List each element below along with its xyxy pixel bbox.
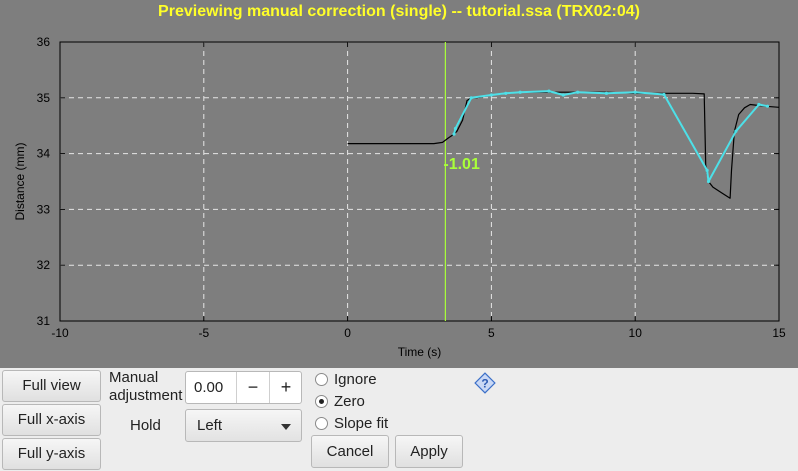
radio-zero-label[interactable]: Zero: [334, 393, 365, 410]
y-tick-label: 33: [37, 202, 51, 216]
y-tick-label: 36: [37, 35, 51, 49]
radio-slope-fit-circle[interactable]: [315, 417, 328, 430]
full-x-axis-button[interactable]: Full x-axis: [2, 404, 101, 436]
highlight-point: [504, 91, 508, 95]
full-view-button[interactable]: Full view: [2, 370, 101, 402]
highlight-point: [561, 93, 565, 97]
plot-area[interactable]: Previewing manual correction (single) --…: [0, 0, 798, 368]
x-tick-label: -5: [198, 326, 209, 340]
radio-selected-dot: [319, 399, 324, 404]
x-tick-label: 0: [344, 326, 351, 340]
manual-adjustment-value[interactable]: 0.00: [194, 379, 223, 396]
highlight-point: [469, 96, 473, 100]
manual-adjustment-spinner[interactable]: 0.00 − +: [185, 371, 302, 404]
x-tick-label: 15: [772, 326, 786, 340]
cancel-button[interactable]: Cancel: [311, 435, 389, 468]
svg-text:?: ?: [481, 377, 488, 391]
hold-dropdown[interactable]: Left: [185, 409, 302, 442]
apply-button[interactable]: Apply: [395, 435, 463, 468]
help-icon[interactable]: ?: [474, 372, 496, 394]
highlight-point: [489, 93, 493, 97]
y-tick-label: 32: [37, 258, 51, 272]
radio-zero-circle[interactable]: [315, 395, 328, 408]
control-panel: Full view Full x-axis Full y-axis Manual…: [0, 368, 798, 471]
plot-frame: [59, 41, 780, 322]
radio-ignore-label[interactable]: Ignore: [334, 371, 377, 388]
highlight-point: [706, 179, 711, 184]
hold-label: Hold: [130, 417, 161, 434]
x-tick-label: -10: [51, 326, 69, 340]
highlight-point: [453, 126, 458, 131]
highlight-point: [452, 132, 456, 136]
radio-ignore-circle[interactable]: [315, 373, 328, 386]
x-tick-label: 10: [629, 326, 643, 340]
highlight-point: [633, 90, 637, 94]
hold-value: Left: [197, 417, 223, 434]
manual-adjustment-label: Manual adjustment: [109, 369, 183, 404]
highlight-point: [734, 129, 738, 133]
plot-canvas[interactable]: -10 -5 0 5 10 15 31 32 33 34 35 36 Time (s) Distance …: [0, 0, 798, 368]
highlight-point: [757, 102, 761, 107]
y-tick-label: 35: [37, 91, 51, 105]
highlight-point: [705, 168, 709, 172]
y-axis-label: Distance (mm): [13, 142, 27, 220]
highlight-point: [604, 91, 609, 95]
highlight-point: [518, 90, 522, 94]
correction-value-label: -1.01: [443, 156, 480, 173]
increment-button[interactable]: +: [269, 372, 302, 403]
highlight-point: [576, 90, 580, 94]
highlight-point: [662, 92, 666, 97]
chevron-down-icon: [281, 424, 291, 430]
x-axis-label: Time (s): [398, 345, 442, 359]
full-y-axis-button[interactable]: Full y-axis: [2, 438, 101, 470]
highlight-point: [765, 104, 770, 108]
highlight-point: [547, 89, 551, 93]
decrement-button[interactable]: −: [236, 372, 269, 403]
x-tick-label: 5: [488, 326, 495, 340]
radio-slope-fit-label[interactable]: Slope fit: [334, 415, 388, 432]
y-tick-label: 31: [37, 314, 51, 328]
y-tick-label: 34: [37, 147, 51, 161]
